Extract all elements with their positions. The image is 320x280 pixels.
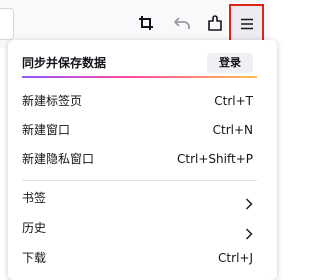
menu-item-bookmarks[interactable]: 书签 bbox=[8, 184, 253, 212]
back-arrow-icon[interactable] bbox=[171, 12, 193, 34]
hamburger-menu-button[interactable] bbox=[229, 4, 264, 45]
menu-item-label: 新建隐私窗口 bbox=[22, 152, 95, 166]
menu-item-shortcut: Ctrl+Shift+P bbox=[177, 152, 253, 166]
menu-divider bbox=[22, 180, 257, 181]
menu-item-downloads[interactable]: 下载 Ctrl+J bbox=[8, 244, 253, 272]
menu-item-new-tab[interactable]: 新建标签页 Ctrl+T bbox=[8, 87, 253, 115]
menu-item-new-private-window[interactable]: 新建隐私窗口 Ctrl+Shift+P bbox=[8, 145, 253, 173]
menu-item-shortcut: Ctrl+T bbox=[214, 94, 253, 108]
crop-icon[interactable] bbox=[135, 12, 157, 34]
menu-item-new-window[interactable]: 新建窗口 Ctrl+N bbox=[8, 116, 253, 144]
address-bar[interactable] bbox=[0, 8, 14, 40]
sync-gradient-divider bbox=[22, 76, 257, 78]
hamburger-menu-icon bbox=[240, 15, 254, 34]
menu-item-shortcut: Ctrl+J bbox=[218, 251, 253, 265]
menu-item-history[interactable]: 历史 bbox=[8, 214, 253, 242]
menu-item-shortcut: Ctrl+N bbox=[212, 123, 253, 137]
menu-item-label: 下载 bbox=[22, 251, 47, 265]
menu-item-label: 书签 bbox=[22, 191, 47, 205]
signin-button[interactable]: 登录 bbox=[207, 53, 253, 73]
menu-item-label: 新建窗口 bbox=[22, 123, 71, 137]
extensions-icon[interactable] bbox=[204, 12, 226, 34]
app-menu-panel: 同步并保存数据 登录 新建标签页 Ctrl+T 新建窗口 Ctrl+N 新建隐私… bbox=[8, 40, 277, 280]
menu-item-label: 历史 bbox=[22, 221, 47, 235]
sync-section: 同步并保存数据 登录 bbox=[8, 49, 253, 77]
sync-title: 同步并保存数据 bbox=[22, 56, 107, 70]
menu-item-label: 新建标签页 bbox=[22, 94, 83, 108]
